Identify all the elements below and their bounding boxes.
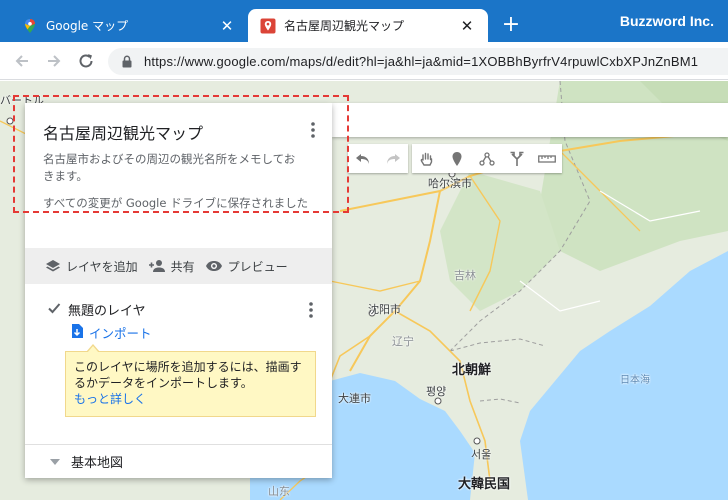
- share-button[interactable]: 共有: [148, 258, 195, 275]
- map-label-sea-of-japan: 日本海: [620, 375, 650, 386]
- add-layer-label: レイヤを追加: [66, 259, 138, 274]
- new-tab-button[interactable]: +: [500, 12, 522, 38]
- hand-pan-icon[interactable]: [412, 144, 442, 173]
- directions-icon[interactable]: [502, 144, 532, 173]
- map-label-shenyang: 沈阳市: [368, 303, 401, 316]
- import-file-icon: [72, 324, 83, 338]
- map-label-harbin: 哈尔滨市: [428, 177, 472, 190]
- map-label-north-korea: 北朝鮮: [452, 363, 492, 378]
- panel-action-bar: レイヤを追加 共有 プレビュー: [25, 248, 332, 284]
- tab-my-map[interactable]: 名古屋周辺観光マップ ✕: [248, 9, 488, 42]
- close-tab-icon[interactable]: ✕: [458, 17, 476, 35]
- map-options-kebab-icon[interactable]: [307, 121, 319, 139]
- layer-name[interactable]: 無題のレイヤ: [68, 300, 146, 319]
- reload-icon[interactable]: [76, 51, 96, 71]
- map-label-south-korea: 大韓民国: [458, 477, 511, 492]
- base-map-label: 基本地図: [71, 456, 124, 471]
- browser-toolbar: https://www.google.com/maps/d/edit?hl=ja…: [0, 42, 728, 80]
- map-label-jilin: 吉林: [454, 269, 476, 282]
- tab-title: Google マップ: [46, 19, 129, 33]
- map-search-bar[interactable]: [332, 103, 728, 137]
- map-toolbar: [348, 144, 562, 173]
- my-maps-pin-icon: [260, 18, 276, 33]
- layers-icon: [46, 260, 60, 272]
- map-description[interactable]: 名古屋市およびその周辺の観光名所をメモしておきます。: [43, 151, 305, 185]
- google-maps-icon: [25, 18, 35, 33]
- ruler-icon[interactable]: [532, 144, 562, 173]
- eye-icon: [205, 261, 222, 271]
- map-label-liaoning: 辽宁: [392, 335, 414, 348]
- add-person-icon: [148, 260, 165, 272]
- url-text: https://www.google.com/maps/d/edit?hl=ja…: [144, 54, 699, 69]
- back-arrow-icon[interactable]: [12, 51, 32, 71]
- map-label-seoul: 서울: [471, 448, 492, 461]
- add-marker-icon[interactable]: [442, 144, 472, 173]
- base-map-section[interactable]: 基本地図: [25, 444, 332, 478]
- map-side-panel: 名古屋周辺観光マップ 名古屋市およびその周辺の観光名所をメモしておきます。 すべ…: [25, 103, 332, 478]
- tab-title: 名古屋周辺観光マップ: [284, 19, 405, 33]
- brand-label: Buzzword Inc.: [619, 13, 714, 29]
- layer-tip-tooltip: このレイヤに場所を追加するには、描画するかデータをインポートします。 もっと詳し…: [65, 344, 316, 417]
- learn-more-link[interactable]: もっと詳しく: [74, 392, 146, 406]
- map-label-shandong: 山东: [268, 485, 290, 498]
- map-label-dalian: 大連市: [338, 392, 371, 405]
- import-link[interactable]: インポート: [89, 323, 152, 342]
- chevron-down-icon: [50, 458, 60, 465]
- redo-icon[interactable]: [378, 144, 408, 173]
- save-status: すべての変更が Google ドライブに保存されました: [43, 196, 309, 210]
- tip-text: このレイヤに場所を追加するには、描画するかデータをインポートします。: [74, 360, 302, 390]
- preview-button[interactable]: プレビュー: [205, 258, 288, 275]
- lock-icon: [122, 55, 132, 68]
- layer-options-kebab-icon[interactable]: [305, 301, 317, 319]
- map-title[interactable]: 名古屋周辺観光マップ: [43, 120, 203, 144]
- draw-line-icon[interactable]: [472, 144, 502, 173]
- forward-arrow-icon[interactable]: [44, 51, 64, 71]
- undo-icon[interactable]: [348, 144, 378, 173]
- preview-label: プレビュー: [227, 259, 288, 274]
- address-bar[interactable]: https://www.google.com/maps/d/edit?hl=ja…: [108, 48, 728, 75]
- tab-google-maps[interactable]: Google マップ ✕: [0, 9, 248, 42]
- close-tab-icon[interactable]: ✕: [218, 17, 236, 35]
- layer-visibility-checkbox[interactable]: [47, 301, 61, 315]
- browser-tab-strip: Google マップ ✕ 名古屋周辺観光マップ ✕ + Buzzword Inc…: [0, 0, 728, 42]
- add-layer-button[interactable]: レイヤを追加: [45, 258, 138, 275]
- share-label: 共有: [170, 259, 195, 274]
- map-label-pyongyang: 평양: [426, 385, 447, 398]
